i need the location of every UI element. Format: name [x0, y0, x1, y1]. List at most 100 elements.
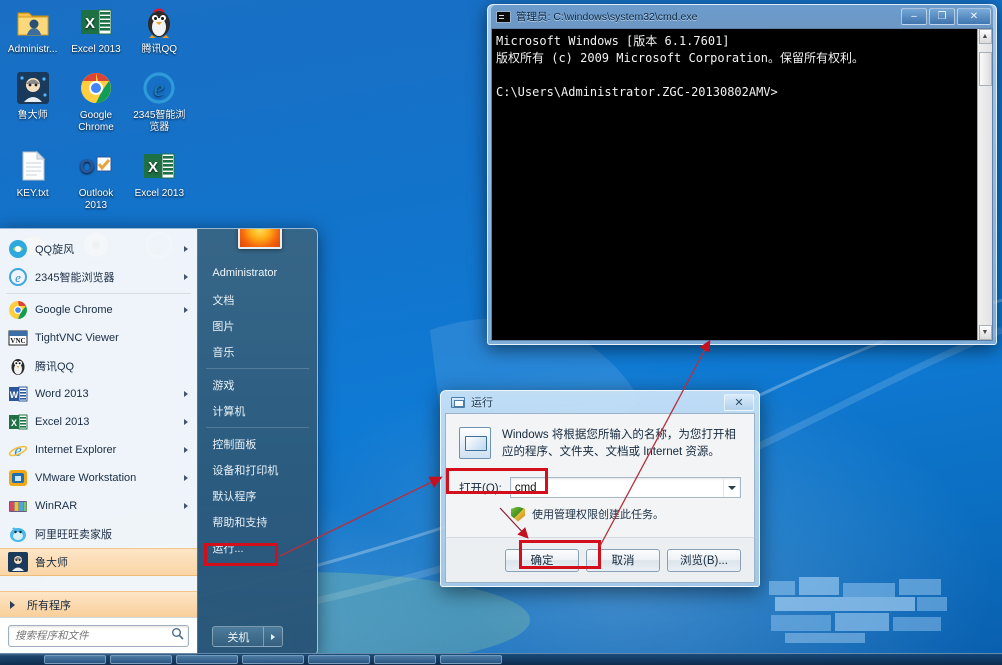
- cmd-title-bar[interactable]: 管理员: C:\windows\system32\cmd.exe – ❐ ✕: [491, 5, 993, 28]
- desktop-icon-label: Administr...: [4, 44, 61, 56]
- cancel-button[interactable]: 取消: [586, 549, 660, 572]
- start-place-music[interactable]: 音乐: [198, 339, 317, 365]
- scroll-down-button[interactable]: ▼: [979, 325, 992, 340]
- scrollbar-thumb[interactable]: [979, 52, 992, 86]
- start-place-games[interactable]: 游戏: [198, 372, 317, 398]
- start-item-aliwangwang[interactable]: 阿里旺旺卖家版: [0, 520, 197, 548]
- start-item-vmware[interactable]: VMware Workstation: [0, 464, 197, 492]
- taskbar[interactable]: [0, 653, 1002, 665]
- start-item-tightvnc[interactable]: VNC TightVNC Viewer: [0, 324, 197, 352]
- close-button[interactable]: ✕: [957, 8, 991, 25]
- shutdown-options-button[interactable]: [264, 626, 283, 647]
- console-icon: [496, 11, 511, 23]
- avatar[interactable]: [238, 228, 282, 249]
- start-item-label: WinRAR: [35, 500, 184, 512]
- command-prompt-window[interactable]: 管理员: C:\windows\system32\cmd.exe – ❐ ✕ M…: [487, 4, 997, 345]
- start-place-default-programs[interactable]: 默认程序: [198, 483, 317, 509]
- blurred-watermark: [765, 575, 955, 645]
- desktop-icon-chrome[interactable]: Google Chrome: [67, 70, 124, 134]
- svg-text:X: X: [148, 159, 158, 176]
- start-item-label: 腾讯QQ: [35, 358, 191, 374]
- taskbar-item[interactable]: [374, 655, 436, 664]
- svg-text:X: X: [11, 418, 17, 428]
- desktop-icon-excel-1[interactable]: X Excel 2013: [67, 4, 124, 56]
- window-controls: – ❐ ✕: [901, 8, 993, 25]
- start-item-winrar[interactable]: WinRAR: [0, 492, 197, 520]
- cmd-console-text: Microsoft Windows [版本 6.1.7601] 版权所有 (c)…: [492, 29, 977, 340]
- chevron-right-icon: [184, 419, 188, 425]
- start-place-computer[interactable]: 计算机: [198, 398, 317, 424]
- start-item-chrome[interactable]: Google Chrome: [0, 296, 197, 324]
- taskbar-item[interactable]: [176, 655, 238, 664]
- start-item-2345browser[interactable]: e 2345智能浏览器: [0, 263, 197, 291]
- desktop-icon-2345browser[interactable]: e 2345智能浏览器: [131, 70, 188, 134]
- desktop-icon-excel-2[interactable]: X Excel 2013: [131, 148, 188, 212]
- start-place-documents[interactable]: 文档: [198, 287, 317, 313]
- qq-xuanfeng-icon: [8, 239, 28, 259]
- start-item-ludashi[interactable]: 鲁大师: [0, 548, 197, 576]
- start-item-label: 鲁大师: [35, 554, 191, 570]
- taskbar-item[interactable]: [110, 655, 172, 664]
- close-button[interactable]: ✕: [724, 394, 754, 411]
- start-item-qq-xuanfeng[interactable]: QQ旋风: [0, 235, 197, 263]
- cmd-vertical-scrollbar[interactable]: ▲ ▼: [977, 29, 992, 340]
- chrome-icon: [8, 300, 28, 320]
- run-description-block: Windows 将根据您所输入的名称，为您打开相应的程序、文件夹、文档或 Int…: [459, 427, 741, 461]
- dropdown-toggle[interactable]: [723, 478, 740, 497]
- start-item-label: 阿里旺旺卖家版: [35, 526, 191, 542]
- start-item-label: Google Chrome: [35, 304, 184, 316]
- browse-button[interactable]: 浏览(B)...: [667, 549, 741, 572]
- start-places-divider: [206, 427, 309, 428]
- taskbar-item[interactable]: [242, 655, 304, 664]
- run-icon: [451, 397, 465, 408]
- start-item-label: Excel 2013: [35, 416, 184, 428]
- chevron-right-icon: [184, 391, 188, 397]
- ludashi-icon: [8, 552, 28, 572]
- start-place-help-support[interactable]: 帮助和支持: [198, 509, 317, 535]
- start-item-excel[interactable]: X Excel 2013: [0, 408, 197, 436]
- desktop-icon-administrator[interactable]: Administr...: [4, 4, 61, 56]
- desktop-icon-ludashi[interactable]: 鲁大师: [4, 70, 61, 134]
- run-uac-row: 使用管理权限创建此任务。: [459, 506, 741, 522]
- aliwangwang-icon: [8, 524, 28, 544]
- taskbar-item[interactable]: [44, 655, 106, 664]
- desktop-icon-outlook[interactable]: O Outlook 2013: [67, 148, 124, 212]
- run-app-icon: [459, 427, 491, 459]
- desktop-icon-row: KEY.txt O Outlook 2013 X: [0, 148, 190, 226]
- start-search-box[interactable]: [8, 625, 189, 647]
- scroll-up-button[interactable]: ▲: [979, 29, 992, 44]
- start-menu: QQ旋风 e 2345智能浏览器 Google Chrome: [0, 228, 318, 656]
- start-item-qq[interactable]: 腾讯QQ: [0, 352, 197, 380]
- taskbar-item[interactable]: [440, 655, 502, 664]
- cmd-console-body[interactable]: Microsoft Windows [版本 6.1.7601] 版权所有 (c)…: [491, 28, 993, 341]
- svg-text:e: e: [14, 441, 22, 460]
- start-item-ie[interactable]: e Internet Explorer: [0, 436, 197, 464]
- maximize-button[interactable]: ❐: [929, 8, 955, 25]
- run-dialog-title-bar[interactable]: 运行 ✕: [445, 391, 755, 413]
- open-combobox[interactable]: [510, 477, 741, 498]
- desktop-icon-keytxt[interactable]: KEY.txt: [4, 148, 61, 212]
- open-input[interactable]: [511, 482, 723, 494]
- start-place-control-panel[interactable]: 控制面板: [198, 431, 317, 457]
- start-all-programs-button[interactable]: 所有程序: [0, 591, 197, 617]
- start-place-devices-printers[interactable]: 设备和打印机: [198, 457, 317, 483]
- chevron-right-icon: [10, 601, 15, 609]
- shutdown-button[interactable]: 关机: [212, 626, 264, 647]
- ok-button[interactable]: 确定: [505, 549, 579, 572]
- search-icon[interactable]: [171, 627, 184, 645]
- run-dialog-title: 运行: [471, 394, 724, 410]
- desktop-icon-row: Administr... X Excel 2013: [0, 4, 190, 70]
- shutdown-button-group[interactable]: 关机: [212, 626, 283, 647]
- desktop-icon-label: 腾讯QQ: [131, 44, 188, 56]
- start-item-word[interactable]: W Word 2013: [0, 380, 197, 408]
- start-place-run[interactable]: 运行...: [198, 535, 317, 561]
- desktop-icon-qq[interactable]: 腾讯QQ: [131, 4, 188, 56]
- run-dialog[interactable]: 运行 ✕ Windows 将根据您所输入的名称，为您打开相应的程序、文件夹、文档…: [440, 390, 760, 587]
- all-programs-label: 所有程序: [27, 597, 71, 613]
- minimize-button[interactable]: –: [901, 8, 927, 25]
- taskbar-item[interactable]: [308, 655, 370, 664]
- chevron-down-icon: [728, 486, 736, 490]
- start-place-pictures[interactable]: 图片: [198, 313, 317, 339]
- search-input[interactable]: [15, 630, 171, 642]
- chevron-right-icon: [271, 634, 275, 640]
